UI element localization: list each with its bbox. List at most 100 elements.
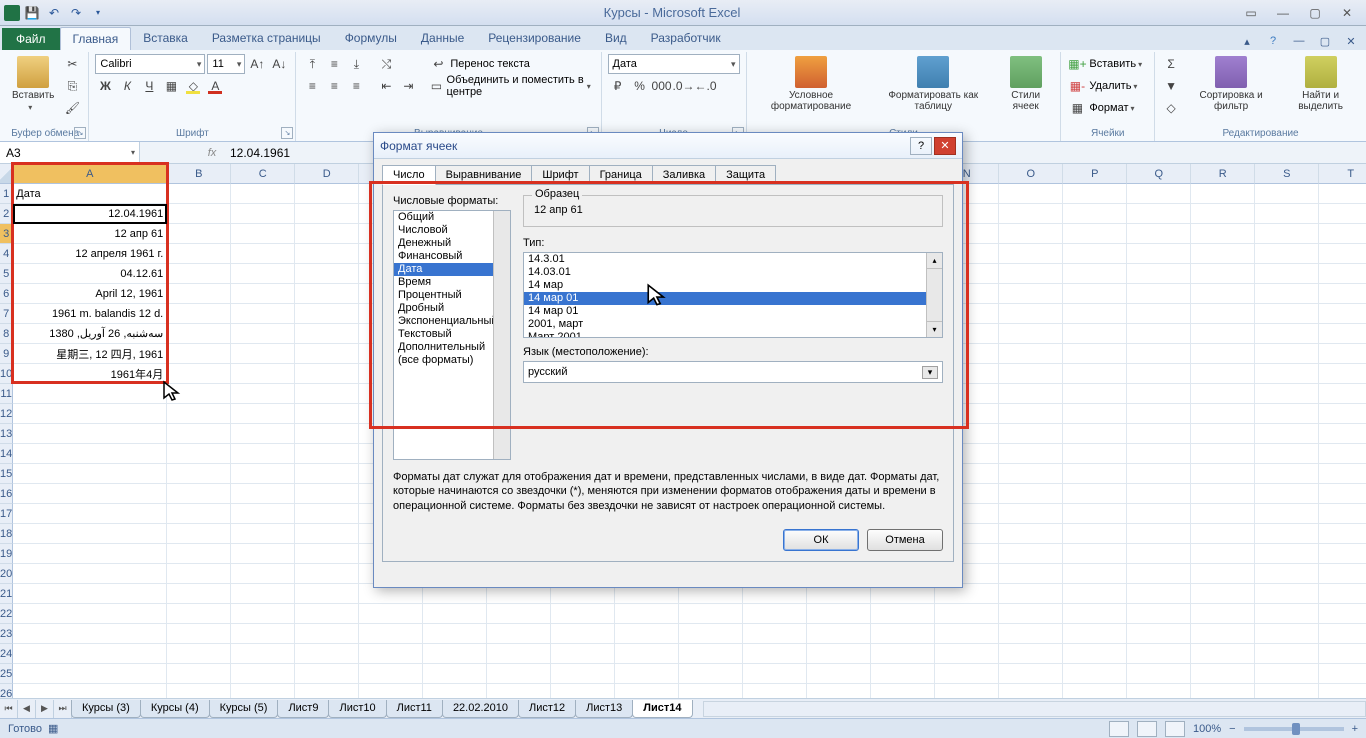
cell[interactable] (1191, 384, 1255, 404)
cell[interactable] (1255, 404, 1319, 424)
cell[interactable] (1063, 284, 1127, 304)
paste-button[interactable]: Вставить ▾ (8, 54, 58, 114)
cell[interactable] (1319, 224, 1366, 244)
cell[interactable] (1063, 564, 1127, 584)
cell[interactable] (1063, 264, 1127, 284)
orientation-icon[interactable]: ⤭ (376, 54, 396, 74)
cell[interactable] (1127, 664, 1191, 684)
cell[interactable] (1319, 364, 1366, 384)
cell[interactable] (1255, 284, 1319, 304)
cell[interactable] (167, 564, 231, 584)
cell[interactable] (1063, 244, 1127, 264)
cell[interactable] (295, 644, 359, 664)
cell[interactable] (1319, 344, 1366, 364)
cell[interactable] (1255, 444, 1319, 464)
help-icon[interactable]: ? (1264, 32, 1282, 50)
cell[interactable] (1191, 244, 1255, 264)
sheet-nav-button[interactable]: ▶ (36, 700, 54, 718)
cell[interactable] (551, 624, 615, 644)
sheet-tab[interactable]: Лист13 (575, 700, 633, 718)
normal-view-button[interactable] (1109, 721, 1129, 737)
cell[interactable] (295, 344, 359, 364)
cell[interactable] (487, 604, 551, 624)
type-item[interactable]: 14 мар 01 (524, 305, 942, 318)
cell[interactable] (295, 624, 359, 644)
row-header[interactable]: 1 (0, 184, 13, 204)
cell[interactable] (679, 644, 743, 664)
cell[interactable] (1191, 604, 1255, 624)
cell[interactable] (231, 304, 295, 324)
cell[interactable] (231, 444, 295, 464)
type-scrollbar[interactable]: ▴ ▾ (926, 253, 942, 337)
cell[interactable] (1127, 544, 1191, 564)
cell[interactable] (1127, 344, 1191, 364)
cell[interactable] (1063, 604, 1127, 624)
cell[interactable] (807, 664, 871, 684)
cell[interactable] (231, 364, 295, 384)
sheet-tab[interactable]: Курсы (5) (209, 700, 279, 718)
row-header[interactable]: 12 (0, 404, 13, 424)
cell[interactable] (423, 644, 487, 664)
cell[interactable] (1319, 624, 1366, 644)
cell[interactable] (13, 664, 167, 684)
cell[interactable] (1191, 504, 1255, 524)
cell[interactable] (167, 444, 231, 464)
cell[interactable] (1127, 244, 1191, 264)
ribbon-tab-6[interactable]: Вид (593, 27, 639, 50)
type-item[interactable]: 14.03.01 (524, 266, 942, 279)
cell[interactable] (231, 564, 295, 584)
horizontal-scrollbar[interactable] (703, 701, 1366, 717)
row-header[interactable]: 10 (0, 364, 13, 384)
close-icon[interactable]: ✕ (1332, 4, 1362, 22)
cell[interactable] (167, 424, 231, 444)
cell[interactable] (1063, 624, 1127, 644)
cell[interactable] (295, 224, 359, 244)
conditional-formatting-button[interactable]: Условное форматирование (753, 54, 870, 114)
cell[interactable] (1255, 244, 1319, 264)
find-select-button[interactable]: Найти и выделить (1281, 54, 1360, 114)
row-header[interactable]: 25 (0, 664, 13, 684)
cell[interactable] (1191, 304, 1255, 324)
category-list[interactable]: ОбщийЧисловойДенежныйФинансовыйДатаВремя… (393, 210, 511, 460)
cell[interactable] (167, 404, 231, 424)
cell[interactable] (807, 604, 871, 624)
type-item[interactable]: Март 2001 (524, 331, 942, 338)
cell[interactable] (1255, 524, 1319, 544)
name-box[interactable]: A3▾ (0, 142, 140, 163)
zoom-slider[interactable] (1244, 727, 1344, 731)
cell[interactable] (167, 624, 231, 644)
cell[interactable] (1127, 584, 1191, 604)
type-list[interactable]: 14.3.0114.03.0114 мар14 мар 0114 мар 012… (523, 252, 943, 338)
cell[interactable] (1063, 384, 1127, 404)
cell[interactable] (1319, 284, 1366, 304)
cell[interactable] (1319, 604, 1366, 624)
cell[interactable] (231, 464, 295, 484)
cell[interactable] (807, 624, 871, 644)
cell[interactable]: 星期三, 12 四月, 1961 (13, 344, 167, 364)
cell[interactable] (935, 624, 999, 644)
cell[interactable] (1063, 644, 1127, 664)
cell[interactable] (1127, 264, 1191, 284)
category-item[interactable]: Дата (394, 263, 510, 276)
cell[interactable] (1255, 564, 1319, 584)
cell[interactable] (359, 624, 423, 644)
cell[interactable] (295, 584, 359, 604)
sheet-tab[interactable]: Лист12 (518, 700, 576, 718)
win-restore-icon[interactable]: ▢ (1316, 32, 1334, 50)
cell[interactable]: سه‌شنبه, 26 آوریل, 1380 (13, 324, 167, 344)
col-header[interactable]: B (167, 164, 231, 184)
font-launcher[interactable]: ↘ (281, 127, 293, 139)
cell[interactable] (167, 384, 231, 404)
cell[interactable] (999, 624, 1063, 644)
cell[interactable] (871, 604, 935, 624)
cell[interactable]: 1961年4月 (13, 364, 167, 384)
dialog-tab[interactable]: Заливка (652, 165, 716, 185)
cell[interactable] (615, 664, 679, 684)
cell[interactable] (1191, 584, 1255, 604)
cell[interactable] (295, 404, 359, 424)
cell[interactable] (13, 404, 167, 424)
cell[interactable] (167, 524, 231, 544)
cell[interactable] (1191, 544, 1255, 564)
type-item[interactable]: 14 мар (524, 279, 942, 292)
cell[interactable] (1127, 224, 1191, 244)
